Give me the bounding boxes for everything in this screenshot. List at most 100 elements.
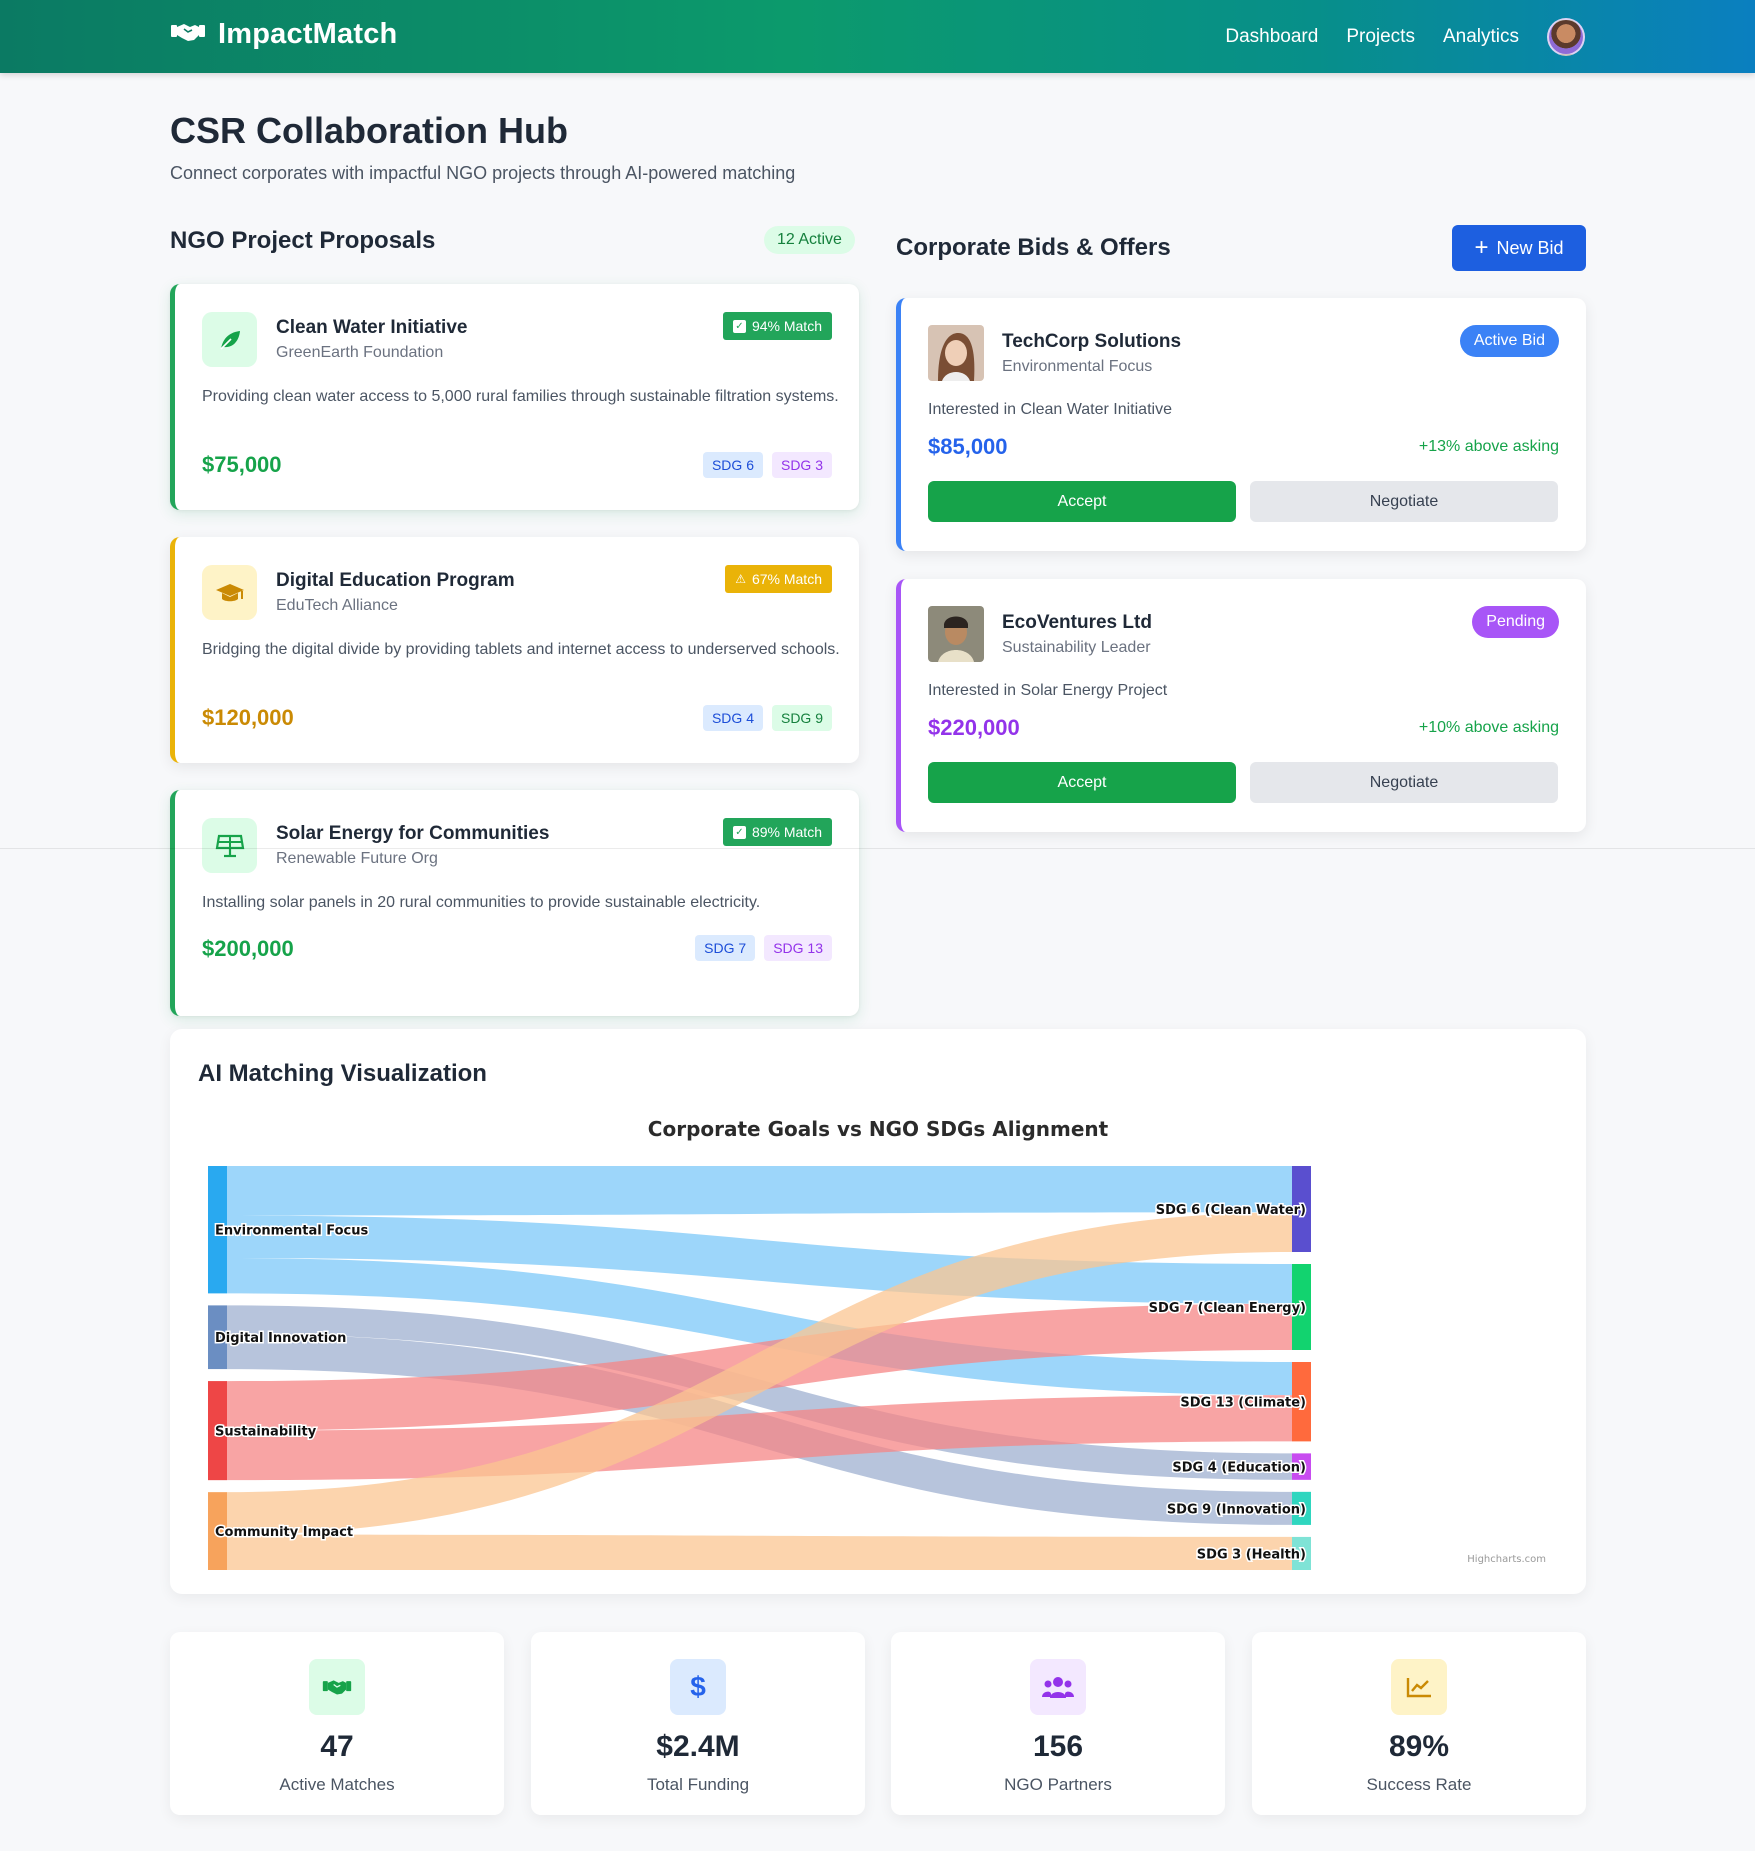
ngo-org-name: GreenEarth Foundation	[276, 344, 444, 361]
stat-label: Active Matches	[279, 1775, 395, 1794]
sankey-link[interactable]	[227, 1166, 1292, 1216]
match-label: 94% Match	[751, 318, 822, 334]
ngo-project-name: Clean Water Initiative	[276, 317, 468, 338]
status-badge: Pending	[1472, 606, 1559, 638]
page-subtitle: Connect corporates with impactful NGO pr…	[170, 163, 796, 183]
handshake-icon	[309, 1659, 365, 1715]
new-bid-button[interactable]: + New Bid	[1452, 225, 1586, 271]
bid-amount: $220,000	[928, 715, 1020, 740]
bid-card-techcorp[interactable]: TechCorp Solutions Environmental Focus A…	[896, 298, 1586, 551]
bid-amount: $85,000	[928, 434, 1008, 459]
sdg-tags: SDG 6 SDG 3	[702, 452, 832, 478]
check-icon: ✓	[732, 825, 746, 839]
page-title: CSR Collaboration Hub	[170, 110, 568, 151]
match-badge: ✓ 94% Match	[722, 312, 832, 340]
ngo-amount: $75,000	[202, 452, 282, 477]
accept-button[interactable]: Accept	[928, 481, 1236, 522]
accept-button[interactable]: Accept	[928, 762, 1236, 803]
stat-label: NGO Partners	[1004, 1775, 1112, 1794]
ngo-amount: $120,000	[202, 705, 294, 730]
chart-credit: Highcharts.com	[1467, 1554, 1546, 1565]
sdg-tag[interactable]: SDG 6	[702, 452, 763, 478]
company-avatar	[928, 606, 984, 662]
visualization-card: AI Matching Visualization Corporate Goal…	[170, 1029, 1586, 1594]
nav-link-analytics[interactable]: Analytics	[1443, 26, 1519, 48]
nav-links: Dashboard Projects Analytics	[1225, 18, 1585, 56]
bid-interest: Interested in Clean Water Initiative	[928, 401, 1172, 418]
stat-card-active-matches: 47 Active Matches	[170, 1632, 504, 1815]
handshake-icon	[170, 20, 206, 49]
company-name: EcoVentures Ltd	[1002, 612, 1152, 633]
stat-label: Success Rate	[1366, 1775, 1472, 1794]
ngo-description: Bridging the digital divide by providing…	[202, 641, 840, 658]
nav-link-projects[interactable]: Projects	[1346, 26, 1415, 48]
ngo-org-name: Renewable Future Org	[276, 850, 438, 867]
bid-delta: +13% above asking	[1418, 438, 1559, 455]
stat-value: 47	[320, 1730, 354, 1763]
brand-name: ImpactMatch	[218, 18, 398, 50]
sankey-node-label: Digital Innovation	[215, 1331, 346, 1346]
sdg-tag[interactable]: SDG 13	[764, 935, 832, 961]
solar-panel-icon	[202, 818, 257, 873]
sankey-node-label: SDG 3 (Health)	[1197, 1547, 1306, 1562]
sdg-tag[interactable]: SDG 3	[771, 452, 832, 478]
ngo-project-name: Solar Energy for Communities	[276, 823, 550, 844]
company-focus: Sustainability Leader	[1002, 639, 1151, 656]
users-icon	[1030, 1659, 1086, 1715]
match-badge: ✓ 89% Match	[722, 818, 832, 846]
company-avatar	[928, 325, 984, 381]
negotiate-button[interactable]: Negotiate	[1250, 481, 1558, 522]
sdg-tag[interactable]: SDG 9	[771, 705, 832, 731]
dollar-icon: $	[670, 1659, 726, 1715]
sankey-links	[227, 1166, 1292, 1570]
chart-line-icon	[1391, 1659, 1447, 1715]
sankey-link[interactable]	[227, 1534, 1292, 1570]
ngo-card-clean-water[interactable]: Clean Water Initiative GreenEarth Founda…	[170, 284, 859, 510]
sdg-tag[interactable]: SDG 7	[695, 935, 756, 961]
sankey-node-label: SDG 9 (Innovation)	[1167, 1502, 1306, 1517]
nav-link-dashboard[interactable]: Dashboard	[1225, 26, 1318, 48]
match-badge: ⚠ 67% Match	[725, 565, 832, 593]
negotiate-button[interactable]: Negotiate	[1250, 762, 1558, 803]
bid-interest: Interested in Solar Energy Project	[928, 682, 1168, 699]
chart-title: Corporate Goals vs NGO SDGs Alignment	[648, 1117, 1109, 1141]
sankey-node-label: Sustainability	[215, 1425, 317, 1440]
stat-value: $2.4M	[656, 1730, 740, 1763]
stat-card-ngo-partners: 156 NGO Partners	[891, 1632, 1225, 1815]
ngo-amount: $200,000	[202, 936, 294, 961]
active-count-pill: 12 Active	[764, 226, 855, 254]
warning-icon: ⚠	[735, 572, 746, 586]
stat-card-success-rate: 89% Success Rate	[1252, 1632, 1586, 1815]
ngo-card-solar-energy[interactable]: Solar Energy for Communities Renewable F…	[170, 790, 859, 1016]
user-avatar[interactable]	[1547, 18, 1585, 56]
sankey-chart[interactable]: Corporate Goals vs NGO SDGs Alignment En…	[170, 1029, 1586, 1594]
bids-section-title: Corporate Bids & Offers	[896, 234, 1171, 261]
ngo-project-name: Digital Education Program	[276, 570, 515, 591]
ngo-description: Installing solar panels in 20 rural comm…	[202, 894, 761, 911]
ngo-card-digital-education[interactable]: Digital Education Program EduTech Allian…	[170, 537, 859, 763]
divider-line	[0, 848, 1755, 849]
bid-card-ecoventures[interactable]: EcoVentures Ltd Sustainability Leader Pe…	[896, 579, 1586, 832]
stat-value: 156	[1032, 1730, 1084, 1763]
sankey-node-label: SDG 13 (Climate)	[1180, 1396, 1306, 1411]
company-focus: Environmental Focus	[1002, 358, 1153, 375]
stat-card-total-funding: $ $2.4M Total Funding	[531, 1632, 865, 1815]
leaf-icon	[202, 312, 257, 367]
company-name: TechCorp Solutions	[1002, 331, 1182, 352]
sdg-tag[interactable]: SDG 4	[702, 705, 763, 731]
sankey-node-label: Environmental Focus	[215, 1224, 368, 1239]
check-icon: ✓	[732, 319, 746, 333]
graduation-cap-icon	[202, 565, 257, 620]
stat-label: Total Funding	[646, 1775, 750, 1794]
top-navbar: ImpactMatch Dashboard Projects Analytics	[0, 0, 1755, 73]
bid-delta: +10% above asking	[1418, 719, 1559, 736]
sdg-tags: SDG 7 SDG 13	[695, 935, 832, 961]
sdg-tags: SDG 4 SDG 9	[702, 705, 832, 731]
sankey-node-label: SDG 7 (Clean Energy)	[1149, 1301, 1306, 1316]
brand[interactable]: ImpactMatch	[170, 18, 397, 51]
match-label: 89% Match	[751, 824, 822, 840]
match-label: 67% Match	[751, 571, 822, 587]
stat-value: 89%	[1388, 1730, 1450, 1763]
ngo-org-name: EduTech Alliance	[276, 597, 398, 614]
sankey-node-label: SDG 4 (Education)	[1172, 1461, 1306, 1476]
